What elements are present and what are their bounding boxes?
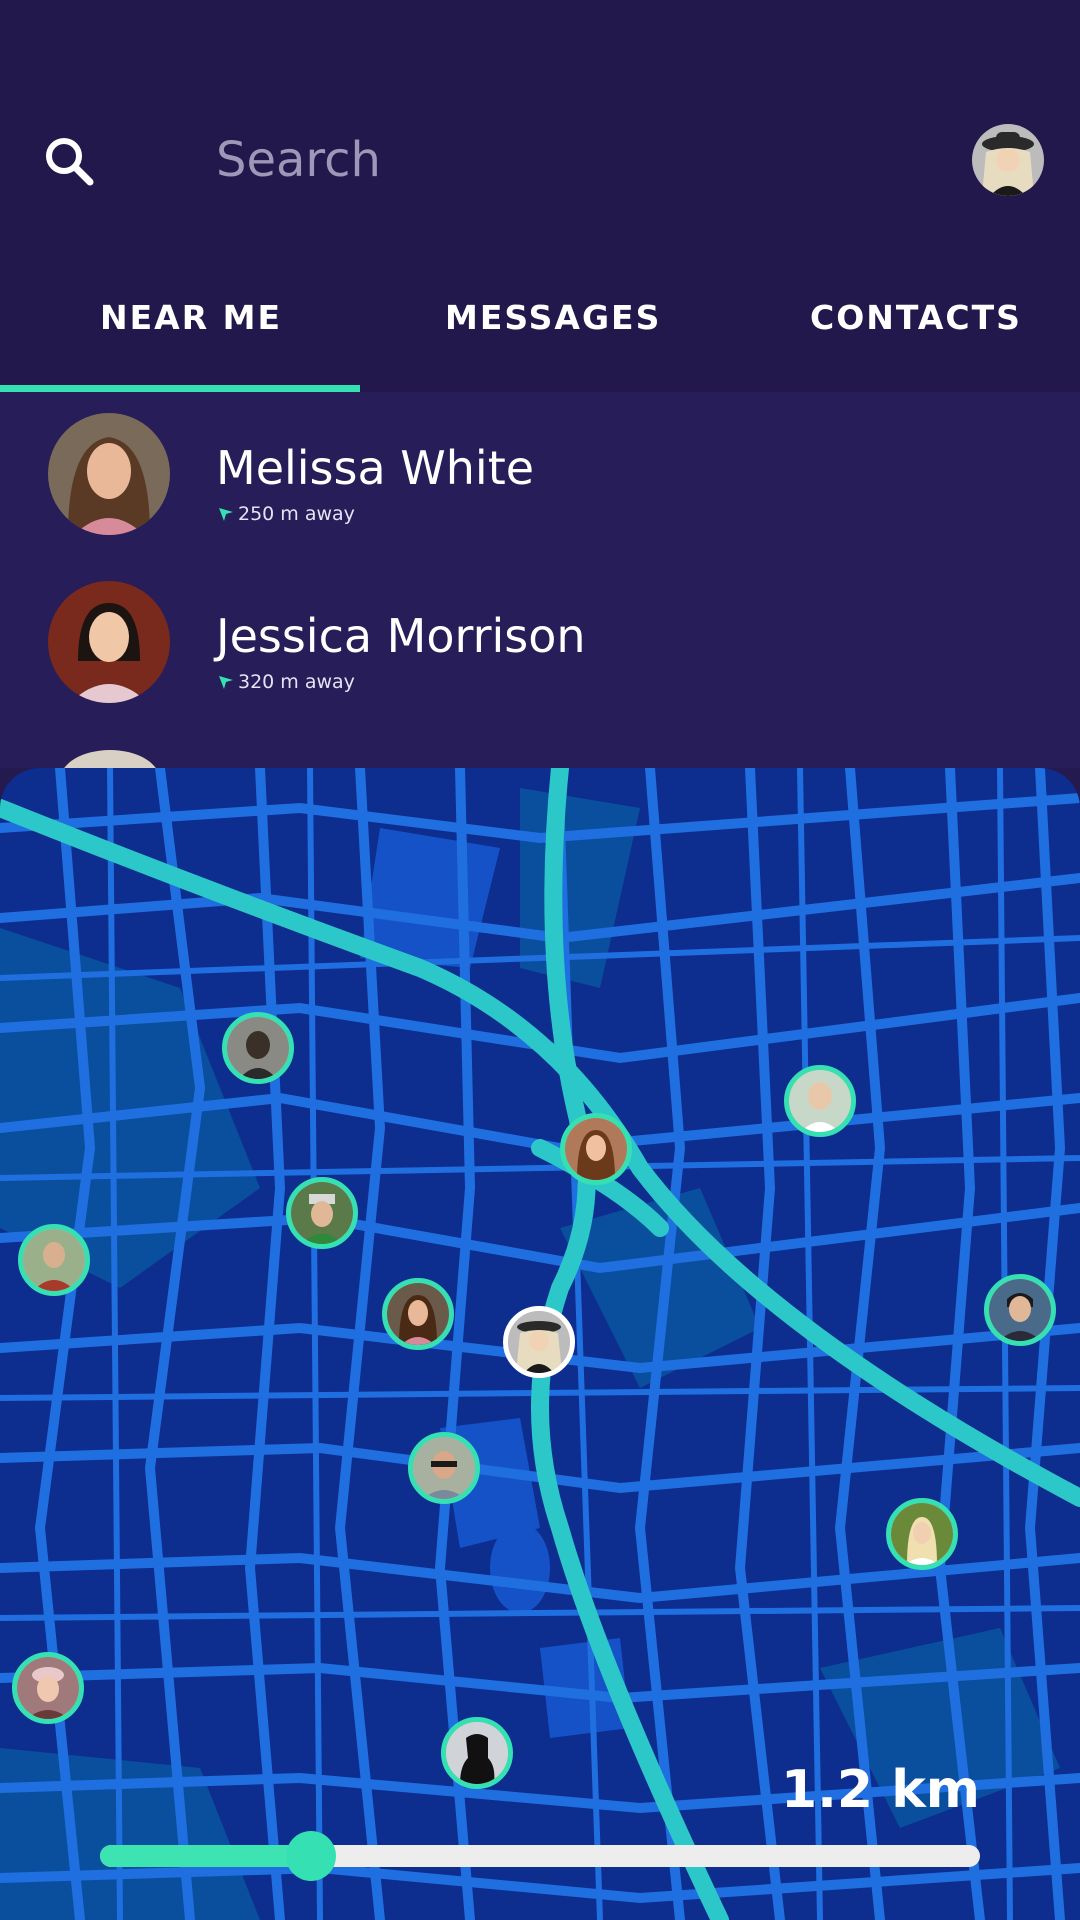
map-pin-user[interactable] — [286, 1177, 358, 1249]
radius-label: 1.2 km — [781, 1760, 980, 1820]
map-pin-user[interactable] — [12, 1652, 84, 1724]
slider-thumb[interactable] — [286, 1831, 337, 1881]
distance-text: 250 m away — [238, 503, 355, 525]
avatar — [48, 581, 170, 703]
avatar — [48, 413, 170, 535]
search-input[interactable]: Search — [216, 128, 381, 192]
app-header: Search NEAR ME MESSAGES CONTACTS — [0, 0, 1080, 392]
avatar[interactable] — [972, 124, 1044, 196]
distance-text: 320 m away — [238, 671, 355, 693]
list-item[interactable]: Jessica Morrison 320 m away — [0, 580, 1080, 740]
tab-messages[interactable]: MESSAGES — [445, 298, 661, 337]
map-view[interactable]: 1.2 km — [0, 768, 1080, 1920]
contact-name: Jessica Morrison — [216, 609, 586, 663]
map-pin-user[interactable] — [784, 1065, 856, 1137]
map-pin-user[interactable] — [18, 1224, 90, 1296]
map-pin-user[interactable] — [441, 1717, 513, 1789]
contact-distance: 320 m away — [218, 670, 355, 694]
contact-distance: 250 m away — [218, 502, 355, 526]
map-pin-user[interactable] — [984, 1274, 1056, 1346]
map-pin-user[interactable] — [886, 1498, 958, 1570]
search-icon[interactable] — [40, 132, 100, 192]
active-tab-indicator — [0, 385, 360, 392]
map-pin-user[interactable] — [382, 1278, 454, 1350]
tab-contacts[interactable]: CONTACTS — [810, 298, 1022, 337]
map-pin-user[interactable] — [408, 1432, 480, 1504]
radius-slider[interactable] — [100, 1831, 980, 1881]
tab-bar: NEAR ME MESSAGES CONTACTS — [0, 286, 1080, 392]
list-item[interactable]: Melissa White 250 m away — [0, 412, 1080, 572]
nearby-list: Melissa White 250 m away Jessica Morriso… — [0, 392, 1080, 810]
map-pin-user[interactable] — [222, 1012, 294, 1084]
map-pin-user[interactable] — [560, 1113, 632, 1185]
location-arrow-icon — [218, 672, 234, 689]
contact-name: Melissa White — [216, 441, 535, 495]
location-arrow-icon — [218, 504, 234, 521]
tab-near-me[interactable]: NEAR ME — [100, 298, 282, 337]
slider-fill — [100, 1845, 312, 1867]
map-pin-current-user[interactable] — [503, 1306, 575, 1378]
